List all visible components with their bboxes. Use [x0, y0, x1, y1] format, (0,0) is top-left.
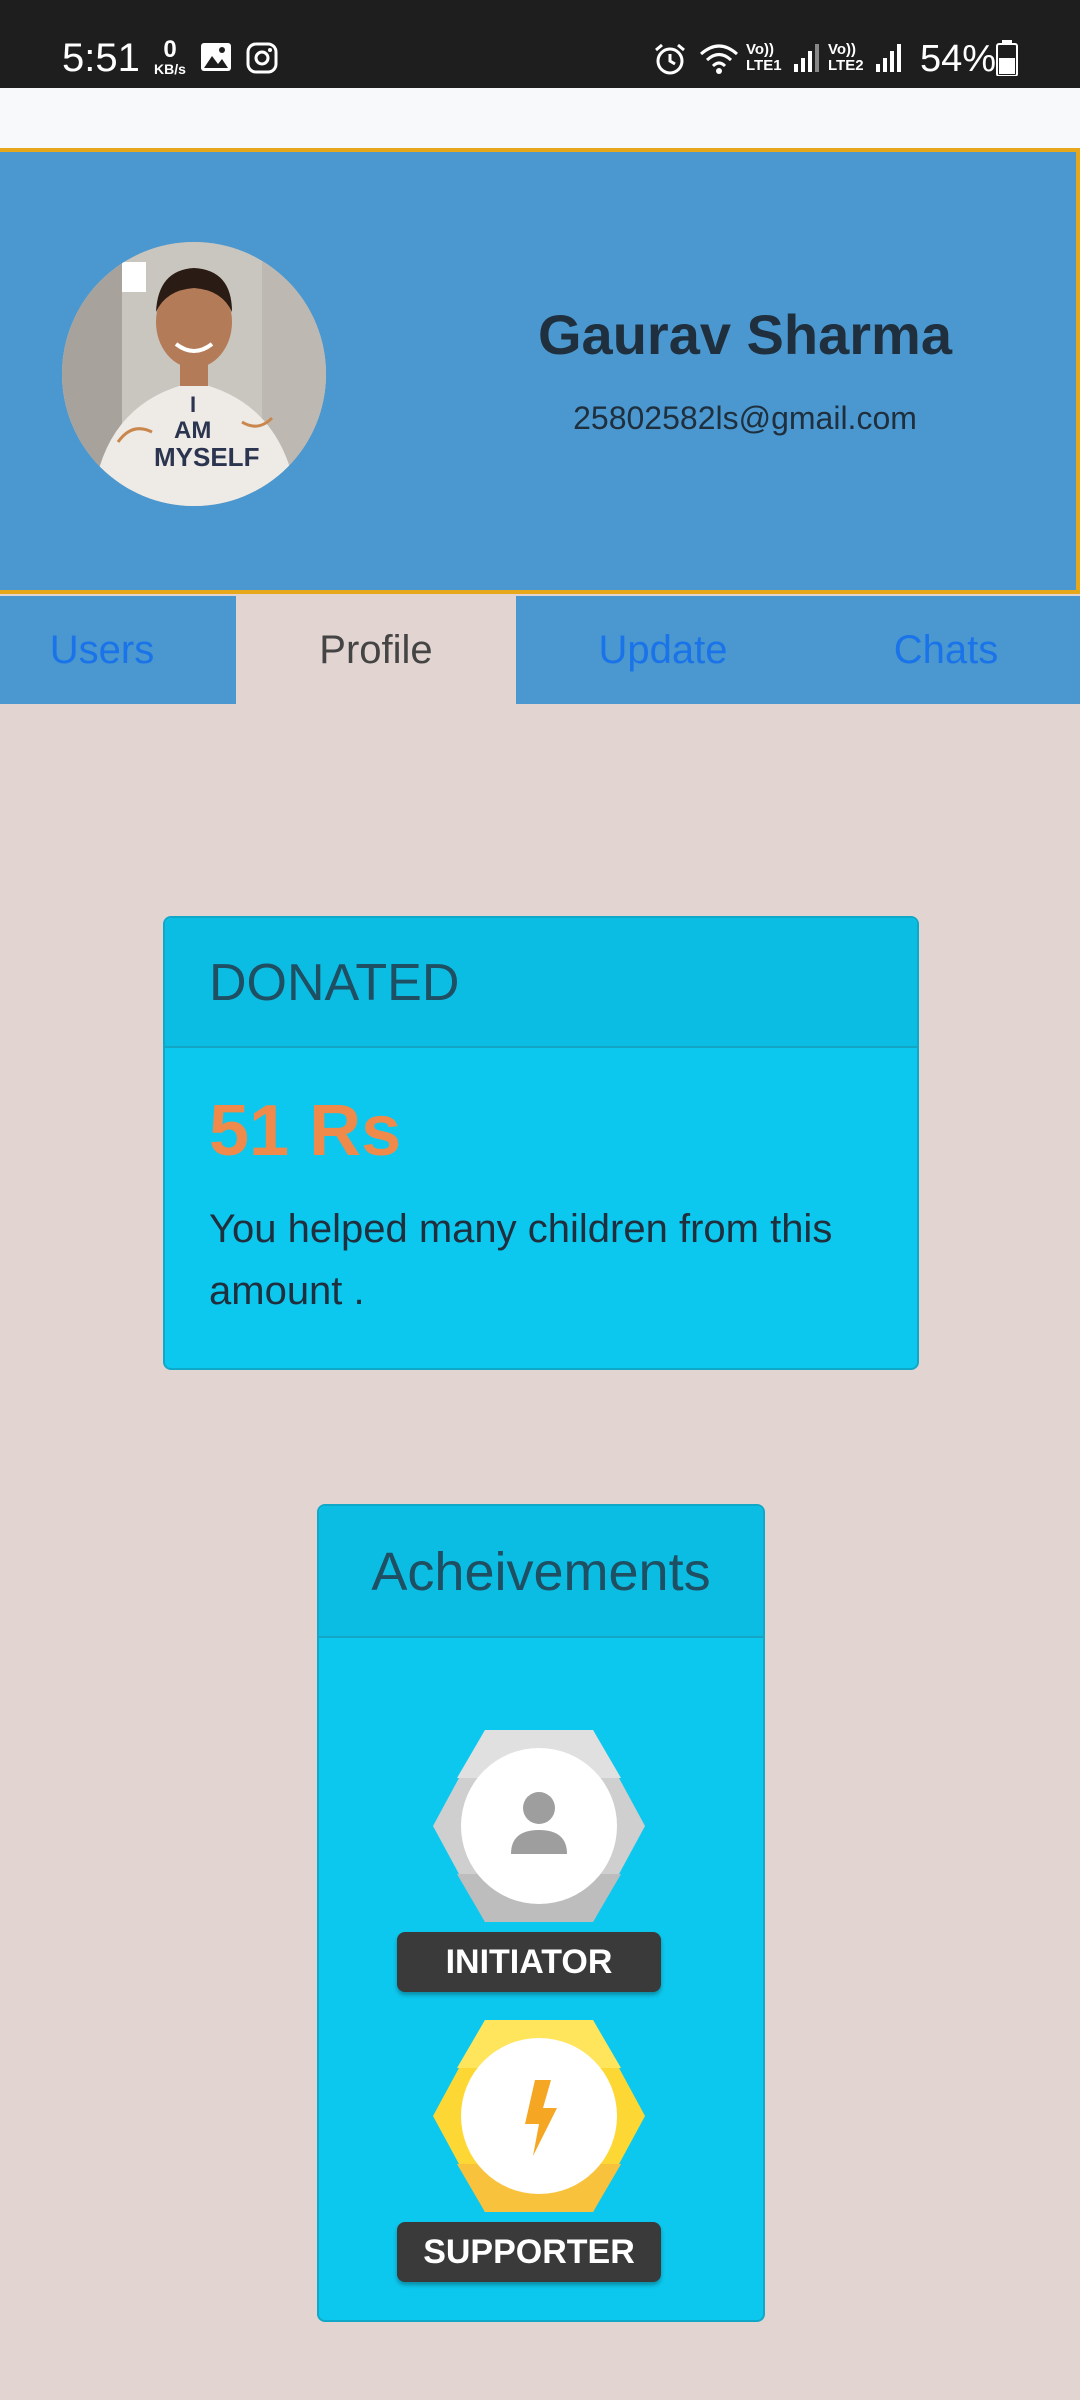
sim1-lte-label: Vo)) LTE1: [746, 41, 782, 74]
battery-icon: [996, 40, 1018, 76]
initiator-badge-label: INITIATOR: [397, 1932, 661, 1992]
profile-header: I AM MYSELF Gaurav Sharma 25802582ls@gma…: [0, 148, 1080, 594]
wifi-icon: [700, 44, 738, 74]
gallery-icon: [201, 43, 231, 71]
donated-card-title: DONATED: [165, 918, 917, 1048]
svg-text:MYSELF: MYSELF: [154, 442, 259, 472]
sim2-lte-label: Vo)) LTE2: [828, 41, 864, 74]
donated-amount: 51 Rs: [209, 1091, 402, 1171]
signal-bars-1-icon: [794, 44, 819, 72]
svg-text:I: I: [190, 392, 196, 417]
supporter-badge[interactable]: [431, 2016, 647, 2216]
profile-email: 25802582ls@gmail.com: [573, 400, 917, 436]
tab-profile[interactable]: Profile: [236, 596, 516, 704]
net-speed: 0 KB/s: [154, 36, 186, 77]
instagram-icon: [246, 42, 278, 74]
achievements-card: Acheivements INITIATOR SUPPORTER: [317, 1504, 765, 2322]
battery-percent: 54%: [920, 38, 997, 80]
tab-bar: Users Profile Update Chats: [0, 596, 1080, 704]
svg-text:AM: AM: [174, 417, 211, 444]
initiator-badge[interactable]: [431, 1726, 647, 1926]
donated-description: You helped many children from this amoun…: [209, 1207, 833, 1313]
status-time: 5:51: [62, 36, 140, 80]
tab-update[interactable]: Update: [540, 596, 786, 704]
tab-chats[interactable]: Chats: [840, 596, 1052, 704]
browser-top-strip: [0, 88, 1080, 150]
donated-card: DONATED 51 Rs You helped many children f…: [163, 916, 919, 1370]
achievements-title: Acheivements: [319, 1506, 763, 1638]
signal-bars-2-icon: [876, 44, 901, 72]
avatar[interactable]: I AM MYSELF: [62, 242, 326, 506]
tab-users[interactable]: Users: [0, 596, 204, 704]
alarm-icon: [655, 43, 685, 75]
supporter-badge-label: SUPPORTER: [397, 2222, 661, 2282]
profile-name: Gaurav Sharma: [538, 303, 952, 366]
status-bar: 5:51 0 KB/s Vo)) LTE1 Vo)) LTE2 54%: [0, 0, 1080, 88]
